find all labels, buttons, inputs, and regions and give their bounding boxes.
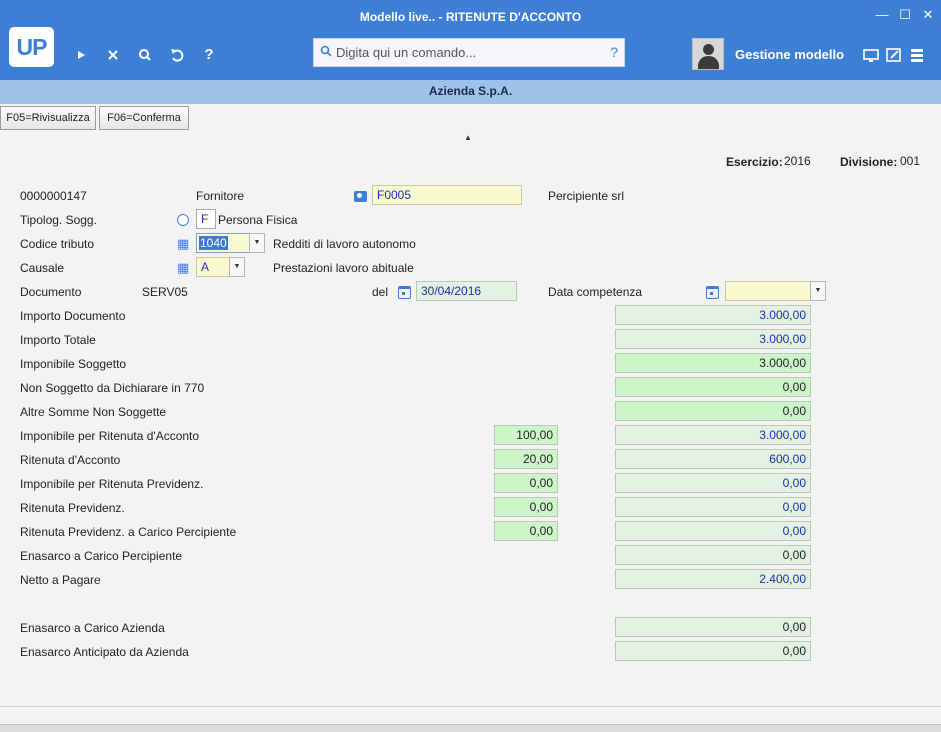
command-input[interactable]: Digita qui un comando... ? bbox=[313, 38, 625, 67]
altre-somme-label: Altre Somme Non Soggette bbox=[20, 405, 167, 419]
imponibile-soggetto-label: Imponibile Soggetto bbox=[20, 357, 127, 371]
f05-refresh-button[interactable]: F05=Rivisualizza bbox=[0, 106, 96, 130]
window-title: Modello live.. - RITENUTE D'ACCONTO bbox=[359, 10, 582, 24]
imponibile-ritenuta-label: Imponibile per Ritenuta d'Acconto bbox=[20, 429, 200, 443]
netto-pagare-field[interactable]: 2.400,00 bbox=[615, 569, 811, 589]
importo-documento-label: Importo Documento bbox=[20, 309, 126, 323]
enasarco-percipiente-field[interactable]: 0,00 bbox=[615, 545, 811, 565]
fornitore-label: Fornitore bbox=[196, 189, 245, 203]
tipolog-radio-icon[interactable] bbox=[177, 214, 189, 226]
esercizio-label: Esercizio: bbox=[726, 155, 783, 169]
fornitore-code-input[interactable]: F0005 bbox=[372, 185, 522, 205]
importo-documento-field[interactable]: 3.000,00 bbox=[615, 305, 811, 325]
codice-tributo-desc: Redditi di lavoro autonomo bbox=[273, 237, 416, 251]
data-competenza-input[interactable] bbox=[725, 281, 811, 301]
ritenuta-previdenz-field[interactable]: 0,00 bbox=[615, 497, 811, 517]
undo-icon[interactable] bbox=[166, 44, 188, 66]
causale-label: Causale bbox=[20, 261, 65, 275]
server-icon[interactable] bbox=[908, 46, 926, 64]
altre-somme-field[interactable]: 0,00 bbox=[615, 401, 811, 421]
ritenuta-previdenz-label: Ritenuta Previdenz. bbox=[20, 501, 125, 515]
causale-input[interactable]: A bbox=[196, 257, 230, 277]
ritenuta-acconto-field[interactable]: 600,00 bbox=[615, 449, 811, 469]
data-competenza-label: Data competenza bbox=[548, 285, 643, 299]
documento-label: Documento bbox=[20, 285, 82, 299]
chevron-down-icon[interactable]: ▼ bbox=[249, 233, 265, 253]
play-icon[interactable] bbox=[70, 44, 92, 66]
tipolog-desc: Persona Fisica bbox=[218, 213, 298, 227]
edit-icon[interactable] bbox=[885, 46, 903, 64]
ritenuta-acconto-label: Ritenuta d'Acconto bbox=[20, 453, 121, 467]
help-icon[interactable]: ? bbox=[198, 44, 220, 66]
causale-desc: Prestazioni lavoro abituale bbox=[273, 261, 414, 275]
close-window-button[interactable]: ✕ bbox=[919, 6, 937, 24]
ritenuta-previdenz-percip-field[interactable]: 0,00 bbox=[615, 521, 811, 541]
chevron-down-icon[interactable]: ▼ bbox=[229, 257, 245, 277]
user-label[interactable]: Gestione modello bbox=[735, 47, 844, 62]
imponibile-ritenuta-pct-field[interactable]: 100,00 bbox=[494, 425, 558, 445]
app-logo: UP bbox=[9, 27, 54, 67]
enasarco-percipiente-label: Enasarco a Carico Percipiente bbox=[20, 549, 183, 563]
calendar-icon[interactable] bbox=[706, 286, 719, 299]
netto-pagare-label: Netto a Pagare bbox=[20, 573, 101, 587]
command-search-icon bbox=[320, 45, 332, 60]
fornitore-name: Percipiente srl bbox=[548, 189, 625, 203]
codice-tributo-label: Codice tributo bbox=[20, 237, 95, 251]
imponibile-previdenz-pct-field[interactable]: 0,00 bbox=[494, 473, 558, 493]
ritenuta-acconto-pct-field[interactable]: 20,00 bbox=[494, 449, 558, 469]
imponibile-ritenuta-field[interactable]: 3.000,00 bbox=[615, 425, 811, 445]
ritenuta-previdenz-percip-pct-field[interactable]: 0,00 bbox=[494, 521, 558, 541]
imponibile-soggetto-field[interactable]: 3.000,00 bbox=[615, 353, 811, 373]
search-icon[interactable] bbox=[134, 44, 156, 66]
status-divider bbox=[0, 706, 941, 707]
ritenuta-previdenz-pct-field[interactable]: 0,00 bbox=[494, 497, 558, 517]
non-soggetto-770-label: Non Soggetto da Dichiarare in 770 bbox=[20, 381, 205, 395]
tipolog-code-input[interactable]: F bbox=[196, 209, 216, 229]
monitor-icon[interactable] bbox=[862, 46, 880, 64]
contact-card-icon[interactable] bbox=[354, 191, 367, 202]
enasarco-anticipato-field[interactable]: 0,00 bbox=[615, 641, 811, 661]
codice-tributo-input[interactable]: 1040 bbox=[196, 233, 250, 253]
divisione-label: Divisione: bbox=[840, 155, 898, 169]
documento-value: SERV05 bbox=[142, 285, 188, 299]
company-name: Azienda S.p.A. bbox=[0, 80, 941, 104]
del-label: del bbox=[372, 285, 389, 299]
maximize-button[interactable]: ☐ bbox=[896, 6, 914, 24]
calendar-icon[interactable] bbox=[398, 286, 411, 299]
imponibile-previdenz-label: Imponibile per Ritenuta Previdenz. bbox=[20, 477, 204, 491]
record-number: 0000000147 bbox=[20, 189, 87, 203]
importo-totale-label: Importo Totale bbox=[20, 333, 96, 347]
command-help-icon[interactable]: ? bbox=[610, 44, 618, 60]
chevron-down-icon[interactable]: ▼ bbox=[810, 281, 826, 301]
f06-confirm-button[interactable]: F06=Conferma bbox=[99, 106, 189, 130]
table-lookup-icon[interactable]: ▦ bbox=[177, 261, 190, 274]
collapse-arrow-icon[interactable]: ▲ bbox=[464, 133, 472, 142]
esercizio-value: 2016 bbox=[784, 154, 811, 168]
minimize-button[interactable]: — bbox=[873, 6, 891, 24]
enasarco-azienda-label: Enasarco a Carico Azienda bbox=[20, 621, 165, 635]
enasarco-azienda-field[interactable]: 0,00 bbox=[615, 617, 811, 637]
avatar[interactable] bbox=[692, 38, 724, 70]
command-placeholder: Digita qui un comando... bbox=[336, 45, 477, 60]
imponibile-previdenz-field[interactable]: 0,00 bbox=[615, 473, 811, 493]
table-lookup-icon[interactable]: ▦ bbox=[177, 237, 190, 250]
non-soggetto-770-field[interactable]: 0,00 bbox=[615, 377, 811, 397]
codice-tributo-value: 1040 bbox=[199, 236, 228, 250]
ritenuta-previdenz-percip-label: Ritenuta Previdenz. a Carico Percipiente bbox=[20, 525, 237, 539]
document-date-input[interactable]: 30/04/2016 bbox=[416, 281, 517, 301]
divisione-value: 001 bbox=[900, 154, 921, 168]
cancel-icon[interactable] bbox=[102, 44, 124, 66]
importo-totale-field[interactable]: 3.000,00 bbox=[615, 329, 811, 349]
enasarco-anticipato-label: Enasarco Anticipato da Azienda bbox=[20, 645, 189, 659]
tipolog-label: Tipolog. Sogg. bbox=[20, 213, 97, 227]
